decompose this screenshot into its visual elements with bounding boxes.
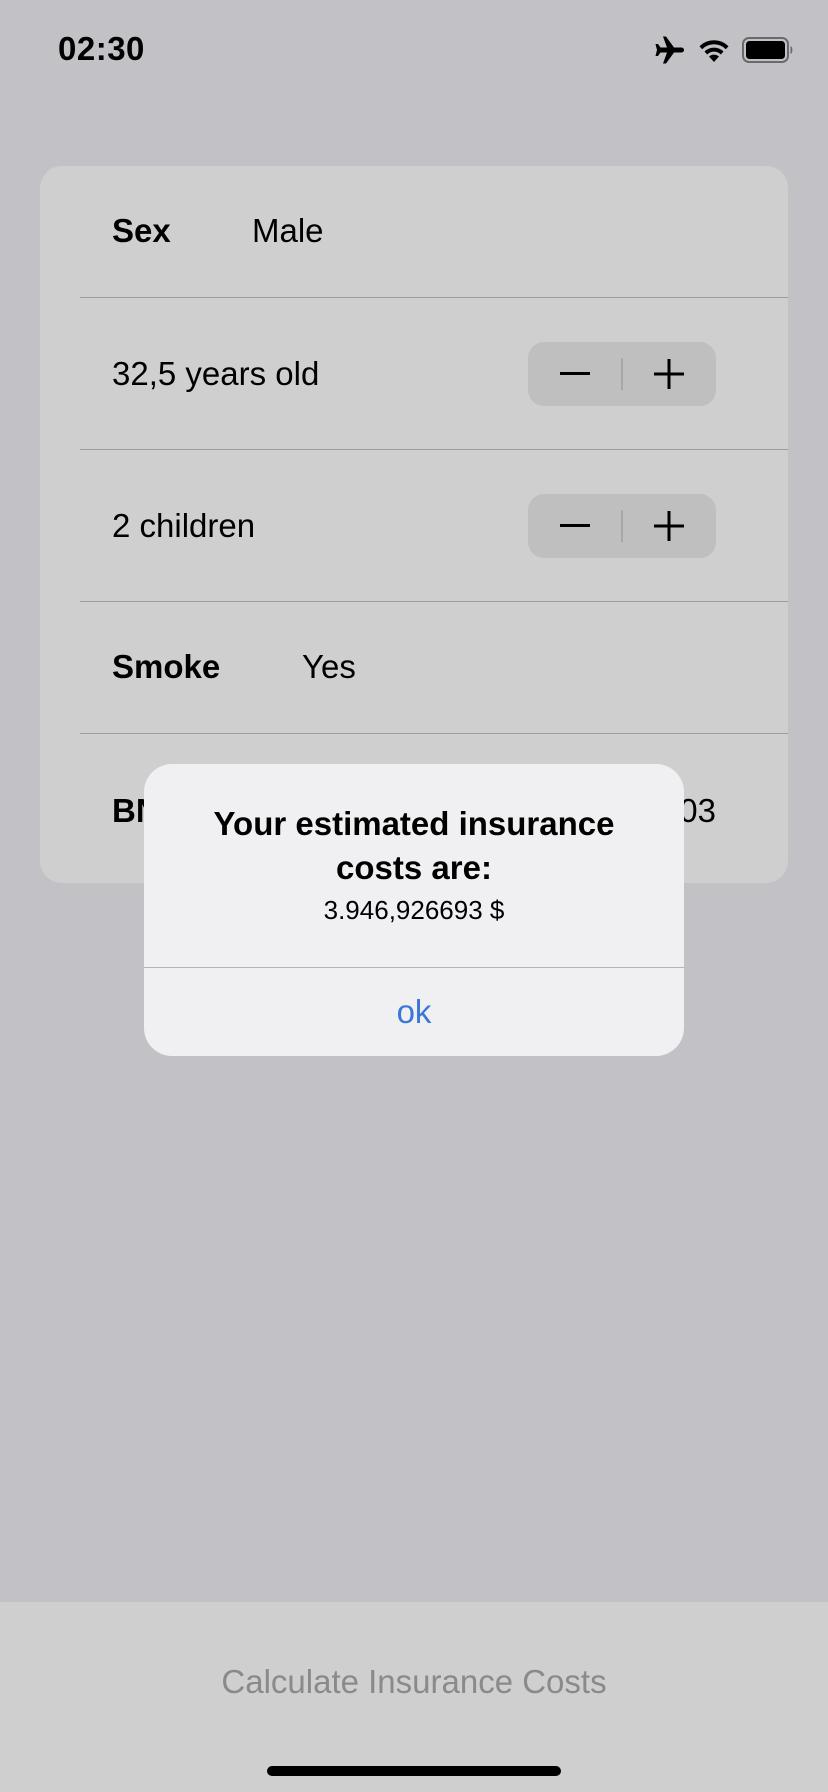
age-decrement-button[interactable] bbox=[528, 342, 622, 406]
airplane-icon bbox=[654, 35, 686, 65]
children-stepper[interactable] bbox=[528, 494, 716, 558]
minus-icon bbox=[560, 524, 590, 527]
status-icons bbox=[654, 33, 794, 67]
ok-button[interactable]: ok bbox=[144, 968, 684, 1056]
battery-icon bbox=[742, 37, 794, 63]
smoke-label: Smoke bbox=[112, 648, 221, 685]
age-row: 32,5 years old bbox=[40, 298, 788, 450]
sex-value[interactable]: Male bbox=[252, 212, 324, 250]
status-bar: 02:30 bbox=[0, 0, 828, 100]
alert-title: Your estimated insurance costs are: bbox=[213, 805, 615, 886]
age-stepper[interactable] bbox=[528, 342, 716, 406]
result-alert: Your estimated insurance costs are: 3.94… bbox=[144, 764, 684, 1056]
smoke-value[interactable]: Yes bbox=[302, 648, 356, 686]
age-label: 32,5 years old bbox=[112, 355, 320, 392]
bottom-bar: Calculate Insurance Costs bbox=[0, 1602, 828, 1792]
calculate-button[interactable]: Calculate Insurance Costs bbox=[0, 1652, 828, 1712]
minus-icon bbox=[560, 372, 590, 375]
home-indicator[interactable] bbox=[267, 1766, 561, 1776]
children-row: 2 children bbox=[40, 450, 788, 602]
children-decrement-button[interactable] bbox=[528, 494, 622, 558]
children-increment-button[interactable] bbox=[622, 494, 716, 558]
alert-message: 3.946,926693 $ bbox=[323, 895, 505, 925]
age-increment-button[interactable] bbox=[622, 342, 716, 406]
bmi-value[interactable]: 03 bbox=[679, 792, 716, 830]
sex-row[interactable]: Sex Male bbox=[40, 166, 788, 298]
sex-label: Sex bbox=[112, 212, 171, 249]
children-label: 2 children bbox=[112, 507, 256, 544]
smoke-row[interactable]: Smoke Yes bbox=[40, 602, 788, 734]
status-time: 02:30 bbox=[58, 30, 145, 67]
plus-icon bbox=[654, 359, 684, 389]
plus-icon bbox=[654, 511, 684, 541]
wifi-icon bbox=[698, 37, 730, 63]
